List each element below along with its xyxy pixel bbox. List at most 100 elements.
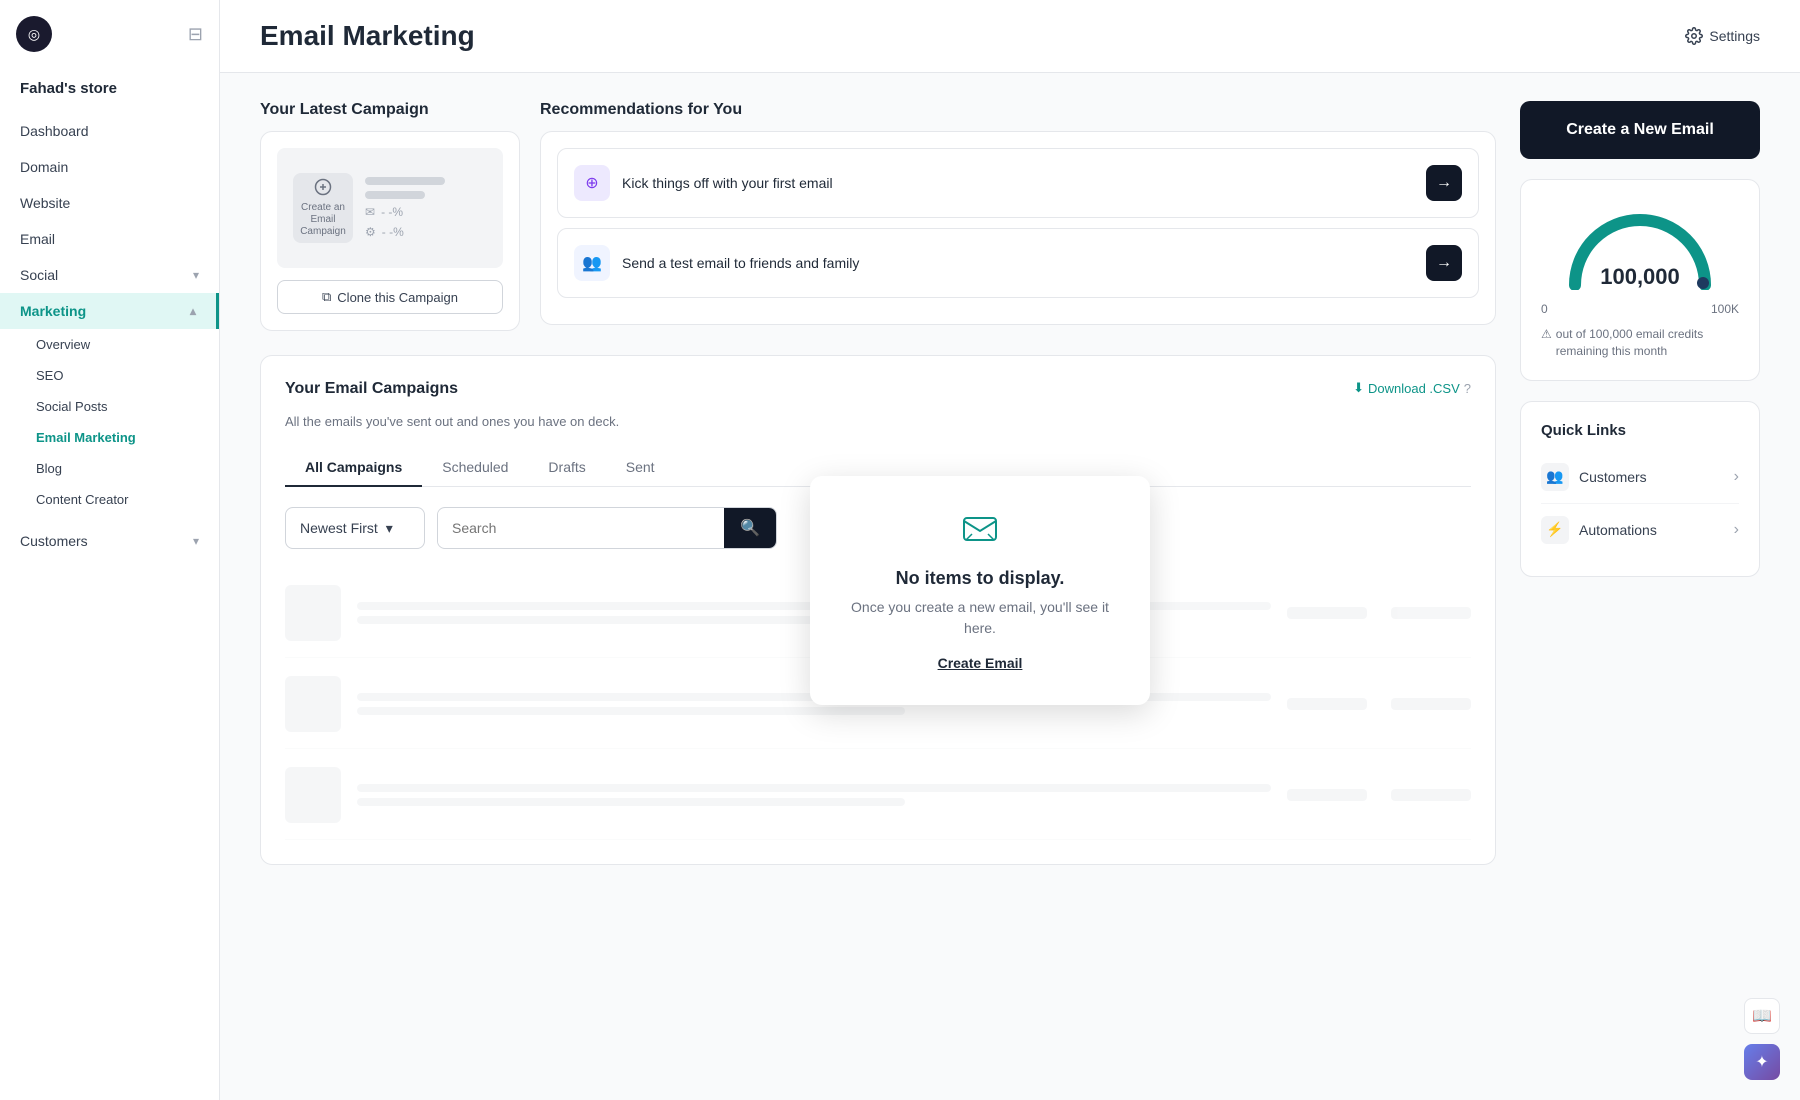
automations-label: Automations xyxy=(1579,522,1657,538)
row-thumbnail xyxy=(285,767,341,823)
campaigns-header: Your Email Campaigns ⬇ Download .CSV ? xyxy=(285,380,1471,410)
rec-arrow-1[interactable]: → xyxy=(1426,165,1462,201)
customers-label: Customers xyxy=(1579,469,1647,485)
search-button[interactable]: 🔍 xyxy=(724,508,776,548)
row-stats xyxy=(1287,607,1471,619)
sidebar-item-dashboard[interactable]: Dashboard xyxy=(0,113,219,149)
sort-select[interactable]: Newest First ▾ xyxy=(285,507,425,549)
main-column: Your Latest Campaign Create an Email Cam… xyxy=(260,101,1496,865)
chevron-right-icon: › xyxy=(1734,468,1739,486)
chevron-down-icon: ▾ xyxy=(193,268,199,282)
popup-title: No items to display. xyxy=(850,568,1110,589)
warning-icon: ⚠ xyxy=(1541,326,1552,343)
plus-circle-icon: ⊕ xyxy=(574,165,610,201)
sidebar-sub-content-creator[interactable]: Content Creator xyxy=(0,484,219,515)
sidebar-item-customers[interactable]: Customers ▾ xyxy=(0,523,219,559)
tab-sent[interactable]: Sent xyxy=(606,449,675,487)
recommendation-item-1[interactable]: ⊕ Kick things off with your first email … xyxy=(557,148,1479,218)
tab-drafts[interactable]: Drafts xyxy=(528,449,605,487)
top-row: Your Latest Campaign Create an Email Cam… xyxy=(260,101,1496,331)
campaigns-subtitle: All the emails you've sent out and ones … xyxy=(285,414,1471,429)
tab-scheduled[interactable]: Scheduled xyxy=(422,449,528,487)
download-csv-button[interactable]: ⬇ Download .CSV ? xyxy=(1353,380,1471,396)
content-area: Your Latest Campaign Create an Email Cam… xyxy=(220,73,1800,893)
page-header: Email Marketing Settings xyxy=(220,0,1800,73)
latest-campaign-title: Your Latest Campaign xyxy=(260,101,520,119)
quick-link-left: 👥 Customers xyxy=(1541,463,1647,491)
search-input[interactable] xyxy=(438,510,724,546)
recommendations-card: ⊕ Kick things off with your first email … xyxy=(540,131,1496,325)
book-icon[interactable]: 📖 xyxy=(1744,998,1780,1034)
quick-links-title: Quick Links xyxy=(1541,422,1739,439)
sidebar-item-website[interactable]: Website xyxy=(0,185,219,221)
create-email-link[interactable]: Create Email xyxy=(938,655,1023,671)
sidebar: ◎ ⊟ Fahad's store Dashboard Domain Websi… xyxy=(0,0,220,1100)
email-icon xyxy=(850,508,1110,556)
campaign-lines: ✉- -% ⚙- -% xyxy=(365,177,445,239)
store-name: Fahad's store xyxy=(0,72,219,113)
quick-link-left: ⚡ Automations xyxy=(1541,516,1657,544)
popup-description: Once you create a new email, you'll see … xyxy=(850,597,1110,639)
campaigns-title: Your Email Campaigns xyxy=(285,380,458,398)
download-icon: ⬇ xyxy=(1353,380,1364,396)
row-thumbnail xyxy=(285,585,341,641)
rec-text-1: Kick things off with your first email xyxy=(622,175,1414,191)
gauge-min: 0 xyxy=(1541,302,1548,316)
table-row xyxy=(285,751,1471,840)
customers-icon: 👥 xyxy=(1541,463,1569,491)
help-icon[interactable]: ? xyxy=(1464,381,1471,396)
no-items-popup: No items to display. Once you create a n… xyxy=(810,476,1150,705)
people-icon: 👥 xyxy=(574,245,610,281)
quick-link-customers[interactable]: 👥 Customers › xyxy=(1541,451,1739,504)
recommendations-title: Recommendations for You xyxy=(540,101,1496,119)
ai-icon[interactable]: ✦ xyxy=(1744,1044,1780,1080)
chevron-right-icon: › xyxy=(1734,521,1739,539)
tab-all-campaigns[interactable]: All Campaigns xyxy=(285,449,422,487)
create-icon-box: Create an Email Campaign xyxy=(293,173,353,243)
sidebar-sub-seo[interactable]: SEO xyxy=(0,360,219,391)
rec-text-2: Send a test email to friends and family xyxy=(622,255,1414,271)
sidebar-item-email[interactable]: Email xyxy=(0,221,219,257)
clone-icon: ⧉ xyxy=(322,289,331,305)
campaign-card: Create an Email Campaign ✉- -% ⚙- -% xyxy=(260,131,520,331)
gauge-labels: 0 100K xyxy=(1541,302,1739,316)
line-2 xyxy=(365,191,425,199)
settings-button[interactable]: Settings xyxy=(1685,27,1760,45)
page-title: Email Marketing xyxy=(260,20,475,52)
row-thumbnail xyxy=(285,676,341,732)
line-1 xyxy=(365,177,445,185)
sidebar-item-social[interactable]: Social ▾ xyxy=(0,257,219,293)
automations-icon: ⚡ xyxy=(1541,516,1569,544)
sidebar-sub-email-marketing[interactable]: Email Marketing xyxy=(0,422,219,453)
campaign-inner: Create an Email Campaign ✉- -% ⚙- -% xyxy=(277,148,503,268)
gauge-value: 100,000 xyxy=(1600,264,1680,290)
recommendation-item-2[interactable]: 👥 Send a test email to friends and famil… xyxy=(557,228,1479,298)
chevron-up-icon: ▴ xyxy=(190,304,196,318)
sidebar-item-marketing[interactable]: Marketing ▴ xyxy=(0,293,219,329)
recommendations-section: Recommendations for You ⊕ Kick things of… xyxy=(540,101,1496,331)
sidebar-sub-overview[interactable]: Overview xyxy=(0,329,219,360)
right-sidebar: Create a New Email 100,000 0 xyxy=(1520,101,1760,865)
sidebar-item-domain[interactable]: Domain xyxy=(0,149,219,185)
collapse-btn[interactable]: ⊟ xyxy=(188,24,203,45)
gauge-max: 100K xyxy=(1711,302,1739,316)
row-stats xyxy=(1287,789,1471,801)
credits-card: 100,000 0 100K ⚠ out of 100,000 email cr… xyxy=(1520,179,1760,381)
quick-link-automations[interactable]: ⚡ Automations › xyxy=(1541,504,1739,556)
plus-circle-icon xyxy=(314,178,332,196)
create-campaign-label: Create an Email Campaign xyxy=(293,202,353,238)
email-campaigns-section: Your Email Campaigns ⬇ Download .CSV ? A… xyxy=(260,355,1496,865)
credits-warning: ⚠ out of 100,000 email credits remaining… xyxy=(1541,326,1739,360)
quick-links-card: Quick Links 👥 Customers › ⚡ Automations … xyxy=(1520,401,1760,577)
chevron-down-icon: ▾ xyxy=(193,534,199,548)
create-email-button[interactable]: Create a New Email xyxy=(1520,101,1760,159)
search-box: 🔍 xyxy=(437,507,777,549)
main-content: Email Marketing Settings Your Latest Cam… xyxy=(220,0,1800,1100)
row-content xyxy=(357,784,1271,806)
clone-campaign-button[interactable]: ⧉ Clone this Campaign xyxy=(277,280,503,314)
sidebar-sub-social-posts[interactable]: Social Posts xyxy=(0,391,219,422)
stat-row-1: ✉- -% xyxy=(365,205,445,219)
rec-arrow-2[interactable]: → xyxy=(1426,245,1462,281)
sidebar-sub-blog[interactable]: Blog xyxy=(0,453,219,484)
row-stats xyxy=(1287,698,1471,710)
